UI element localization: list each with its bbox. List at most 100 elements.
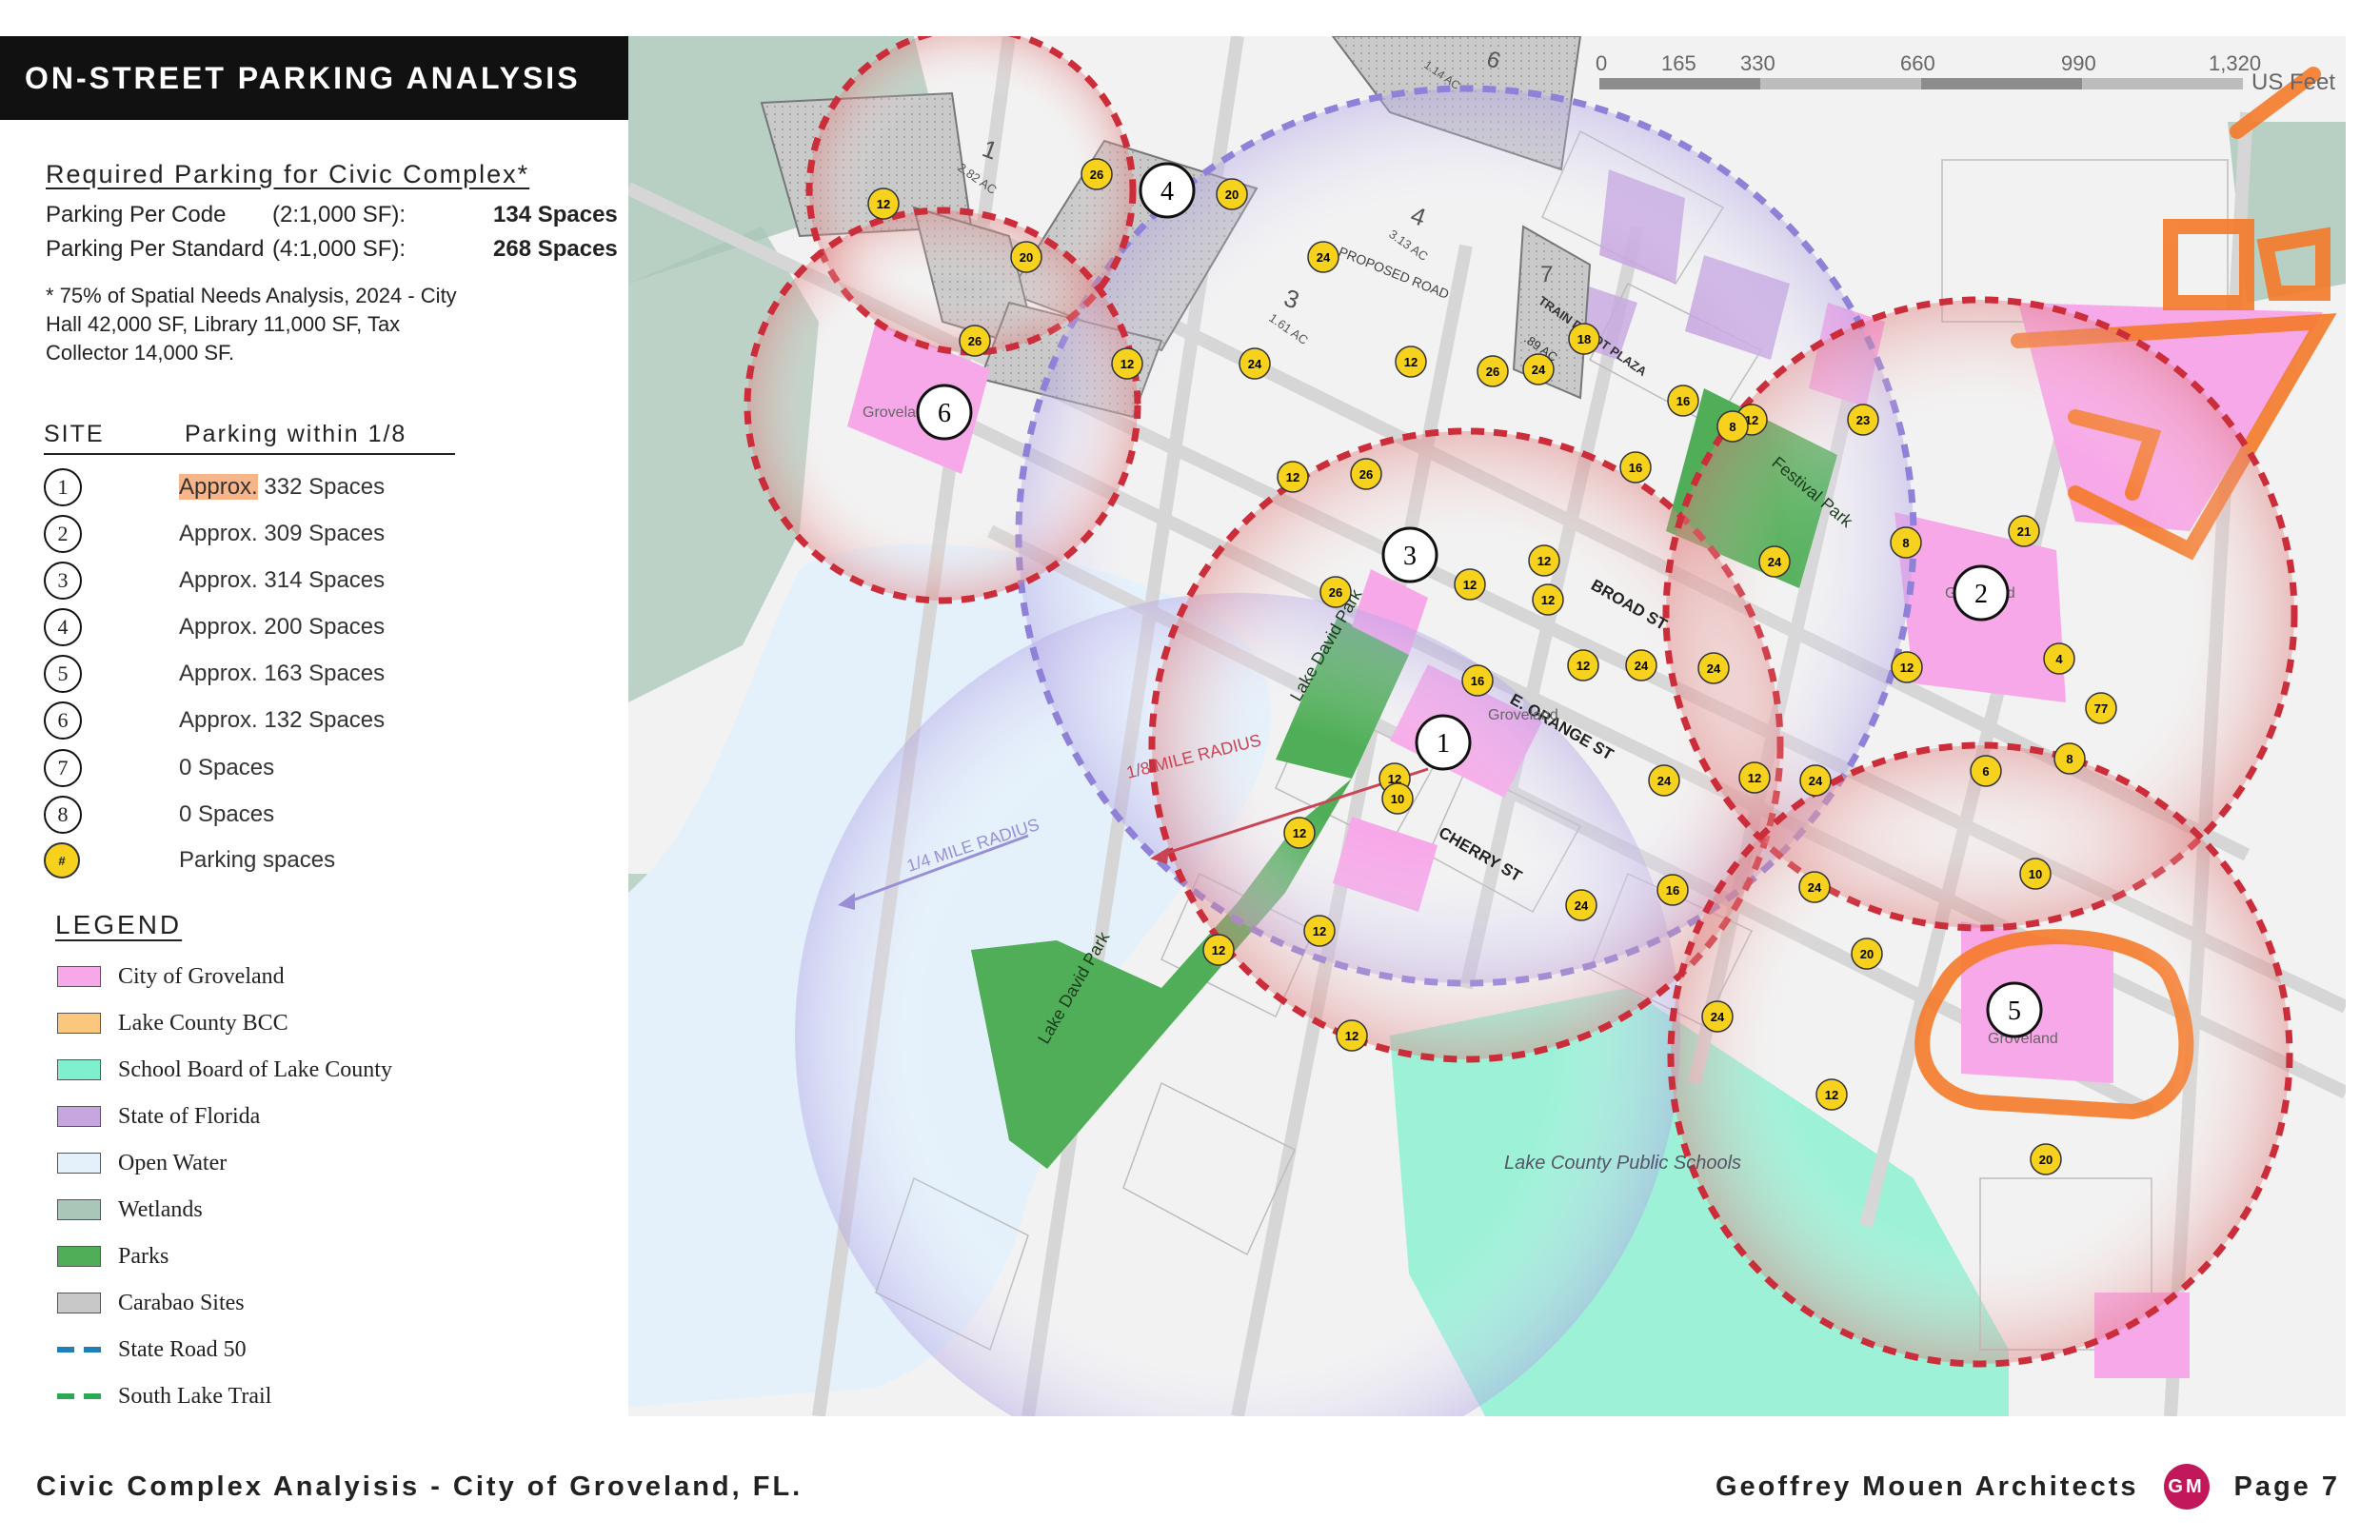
parking-count-marker: 20 — [2030, 1143, 2062, 1175]
parking-count-value: 20 — [2039, 1153, 2053, 1167]
parking-count-marker: 12 — [1283, 817, 1316, 849]
parking-count-value: 4 — [2055, 652, 2063, 666]
parking-count-value: 26 — [968, 334, 982, 348]
parking-count-marker: 24 — [1697, 652, 1730, 684]
parking-count-value: 26 — [1090, 168, 1103, 182]
parking-count-value: 16 — [1676, 394, 1690, 408]
legend-item: State Road 50 — [57, 1334, 247, 1365]
parking-count-marker: 12 — [1202, 934, 1235, 966]
legend-item: School Board of Lake County — [57, 1055, 392, 1085]
parking-count-value: 26 — [1486, 365, 1499, 379]
parking-count-marker: 24 — [1239, 347, 1271, 380]
parking-spaces-label: Parking spaces — [179, 847, 336, 873]
site-highlight: Approx. — [179, 474, 258, 500]
scale-tick: 660 — [1900, 51, 1935, 75]
site-parking-text: Approx. 332 Spaces — [179, 474, 385, 501]
page-title-bar: ON-STREET PARKING ANALYSIS — [0, 36, 628, 120]
footer-firm: Geoffrey Mouen Architects — [1715, 1471, 2139, 1502]
parking-count-value: 18 — [1577, 332, 1591, 346]
parking-count-marker: 12 — [1303, 915, 1336, 947]
parking-count-value: 6 — [1982, 764, 1989, 779]
site-table-heading: SITE Parking within 1/8 — [44, 421, 455, 455]
site-marker-label: 1 — [1437, 729, 1450, 759]
legend-label: Open Water — [118, 1150, 228, 1175]
parking-count-marker: 12 — [1891, 651, 1923, 683]
parking-count-marker: 26 — [1350, 458, 1382, 490]
site-row: 6 Approx. 132 Spaces — [44, 701, 385, 740]
site-parking-text: 0 Spaces — [179, 801, 275, 827]
parking-count-marker: 10 — [1381, 782, 1414, 815]
site-row-parking-key: # Parking spaces — [44, 841, 335, 879]
required-footnote: * 75% of Spatial Needs Analysis, 2024 - … — [46, 284, 457, 365]
parking-count-marker: 24 — [1625, 649, 1657, 681]
parking-count-marker: 26 — [1319, 576, 1352, 608]
site-row: 3 Approx. 314 Spaces — [44, 562, 385, 600]
legend-swatch — [57, 1246, 101, 1267]
parking-count-marker: 18 — [1568, 323, 1600, 355]
parking-count-marker: 20 — [1216, 178, 1248, 210]
site-marker-label: 4 — [1160, 177, 1174, 207]
parking-count-value: 12 — [1293, 826, 1306, 840]
parking-count-value: 12 — [1212, 943, 1225, 958]
parking-count-value: 12 — [1404, 355, 1418, 369]
site-heading-within: Parking within 1/8 — [185, 421, 407, 447]
required-parking-heading: Required Parking for Civic Complex* — [46, 160, 530, 188]
parking-count-value: 12 — [1900, 661, 1914, 675]
legend-swatch — [57, 1106, 101, 1127]
legend-item: Open Water — [57, 1148, 227, 1178]
legend-dash-swatch — [57, 1386, 101, 1407]
footer-document-title: Civic Complex Analyisis - City of Grovel… — [36, 1471, 803, 1502]
site-marker-label: 2 — [1974, 580, 1988, 609]
parking-count-marker: 12 — [1336, 1019, 1368, 1052]
legend-label: South Lake Trail — [118, 1383, 272, 1409]
legend-item: Wetlands — [57, 1194, 203, 1225]
site-row: 1 Approx. 332 Spaces — [44, 468, 385, 506]
parking-count-value: 24 — [1711, 1010, 1725, 1024]
legend-item: Parks — [57, 1241, 169, 1272]
required-label: Parking Per Standard — [46, 236, 265, 262]
footer-page: Page 7 — [2233, 1471, 2340, 1502]
site-marker-label: 6 — [938, 399, 951, 428]
legend-label: Lake County BCC — [118, 1010, 288, 1036]
required-row-standard: Parking Per Standard (4:1,000 SF): 268 S… — [46, 236, 618, 263]
legend-label: School Board of Lake County — [118, 1056, 392, 1082]
parking-count-marker: 20 — [1010, 241, 1042, 273]
footer-credits: Geoffrey Mouen Architects GM Page 7 — [1716, 1464, 2340, 1510]
eighth-mile-radius-site-5 — [1667, 741, 2293, 1368]
parking-count-marker: 24 — [1758, 545, 1791, 578]
parking-count-marker: 12 — [1111, 347, 1143, 380]
required-value: 268 Spaces — [493, 236, 618, 262]
parking-count-value: 24 — [1317, 250, 1331, 265]
parking-count-value: 12 — [1577, 659, 1590, 673]
site-parking-text: Approx. 309 Spaces — [179, 521, 386, 546]
parking-count-marker: 10 — [2019, 858, 2052, 890]
legend-dash-swatch — [57, 1339, 101, 1360]
parking-count-marker: 12 — [867, 188, 900, 220]
site-parking-text: Approx. 314 Spaces — [179, 567, 386, 593]
parking-count-marker: 24 — [1522, 353, 1555, 385]
site-marker: 2 — [1953, 564, 2010, 622]
site-text-value: 332 Spaces — [257, 474, 386, 500]
parking-count-value: 12 — [1748, 771, 1761, 785]
parking-count-value: 12 — [1345, 1029, 1359, 1043]
parking-count-value: 24 — [1575, 898, 1589, 913]
legend-swatch — [57, 966, 101, 987]
parking-count-marker: 21 — [2008, 515, 2040, 547]
parking-count-marker: 16 — [1667, 385, 1699, 417]
parking-count-marker: 16 — [1461, 664, 1494, 697]
legend-item: State of Florida — [57, 1101, 260, 1132]
parking-count-marker: 24 — [1799, 764, 1832, 797]
scale-tick: 990 — [2061, 51, 2096, 75]
parking-count-marker: 12 — [1395, 346, 1427, 378]
site-row: 8 0 Spaces — [44, 796, 274, 834]
parking-count-value: 16 — [1666, 883, 1679, 898]
legend-label: City of Groveland — [118, 963, 285, 989]
parking-count-value: 24 — [1248, 357, 1262, 371]
parking-count-marker: 12 — [1528, 544, 1560, 577]
site-marker-label: 3 — [1403, 542, 1417, 571]
scale-unit: US Feet — [2251, 69, 2335, 95]
parking-count-marker: 4 — [2043, 642, 2075, 675]
parking-count-marker: 12 — [1738, 761, 1771, 794]
parking-count-value: 20 — [1860, 947, 1874, 961]
required-label: Parking Per Code — [46, 202, 227, 227]
